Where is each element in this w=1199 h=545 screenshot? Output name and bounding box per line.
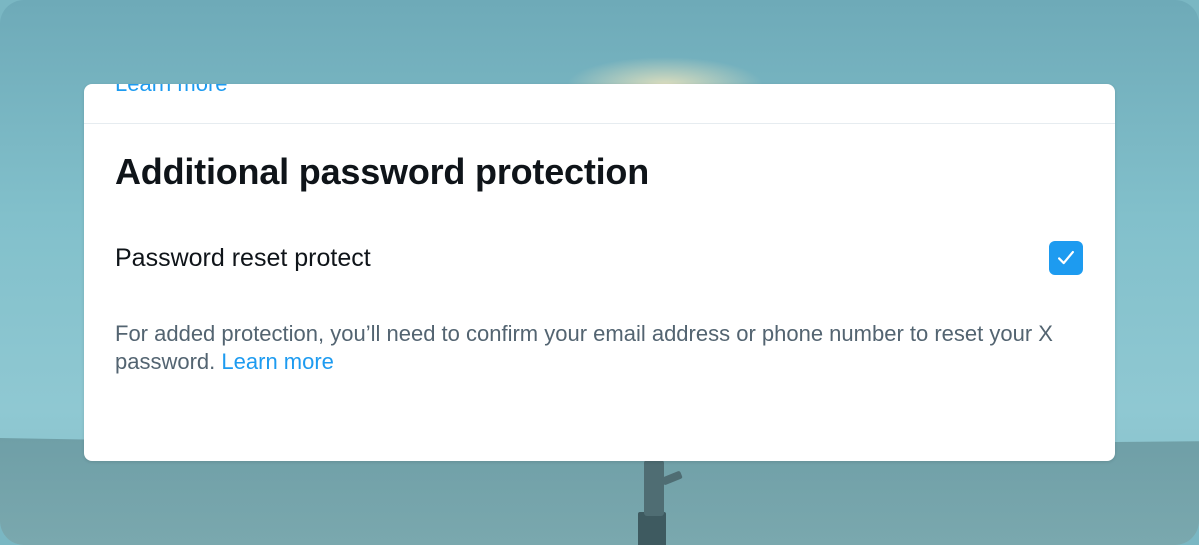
setting-description: For added protection, you’ll need to con… [115, 320, 1090, 376]
checkmark-icon [1058, 250, 1074, 265]
learn-more-link[interactable]: Learn more [221, 349, 334, 374]
settings-card: Learn more Additional password protectio… [84, 84, 1115, 461]
password-reset-protect-row[interactable]: Password reset protect [115, 238, 1085, 278]
setting-label: Password reset protect [115, 244, 371, 272]
section-divider [84, 123, 1115, 124]
password-reset-protect-checkbox[interactable] [1049, 241, 1083, 275]
previous-learn-more-link[interactable]: Learn more [115, 84, 228, 98]
section-title: Additional password protection [115, 151, 650, 192]
person-illustration [632, 460, 683, 545]
